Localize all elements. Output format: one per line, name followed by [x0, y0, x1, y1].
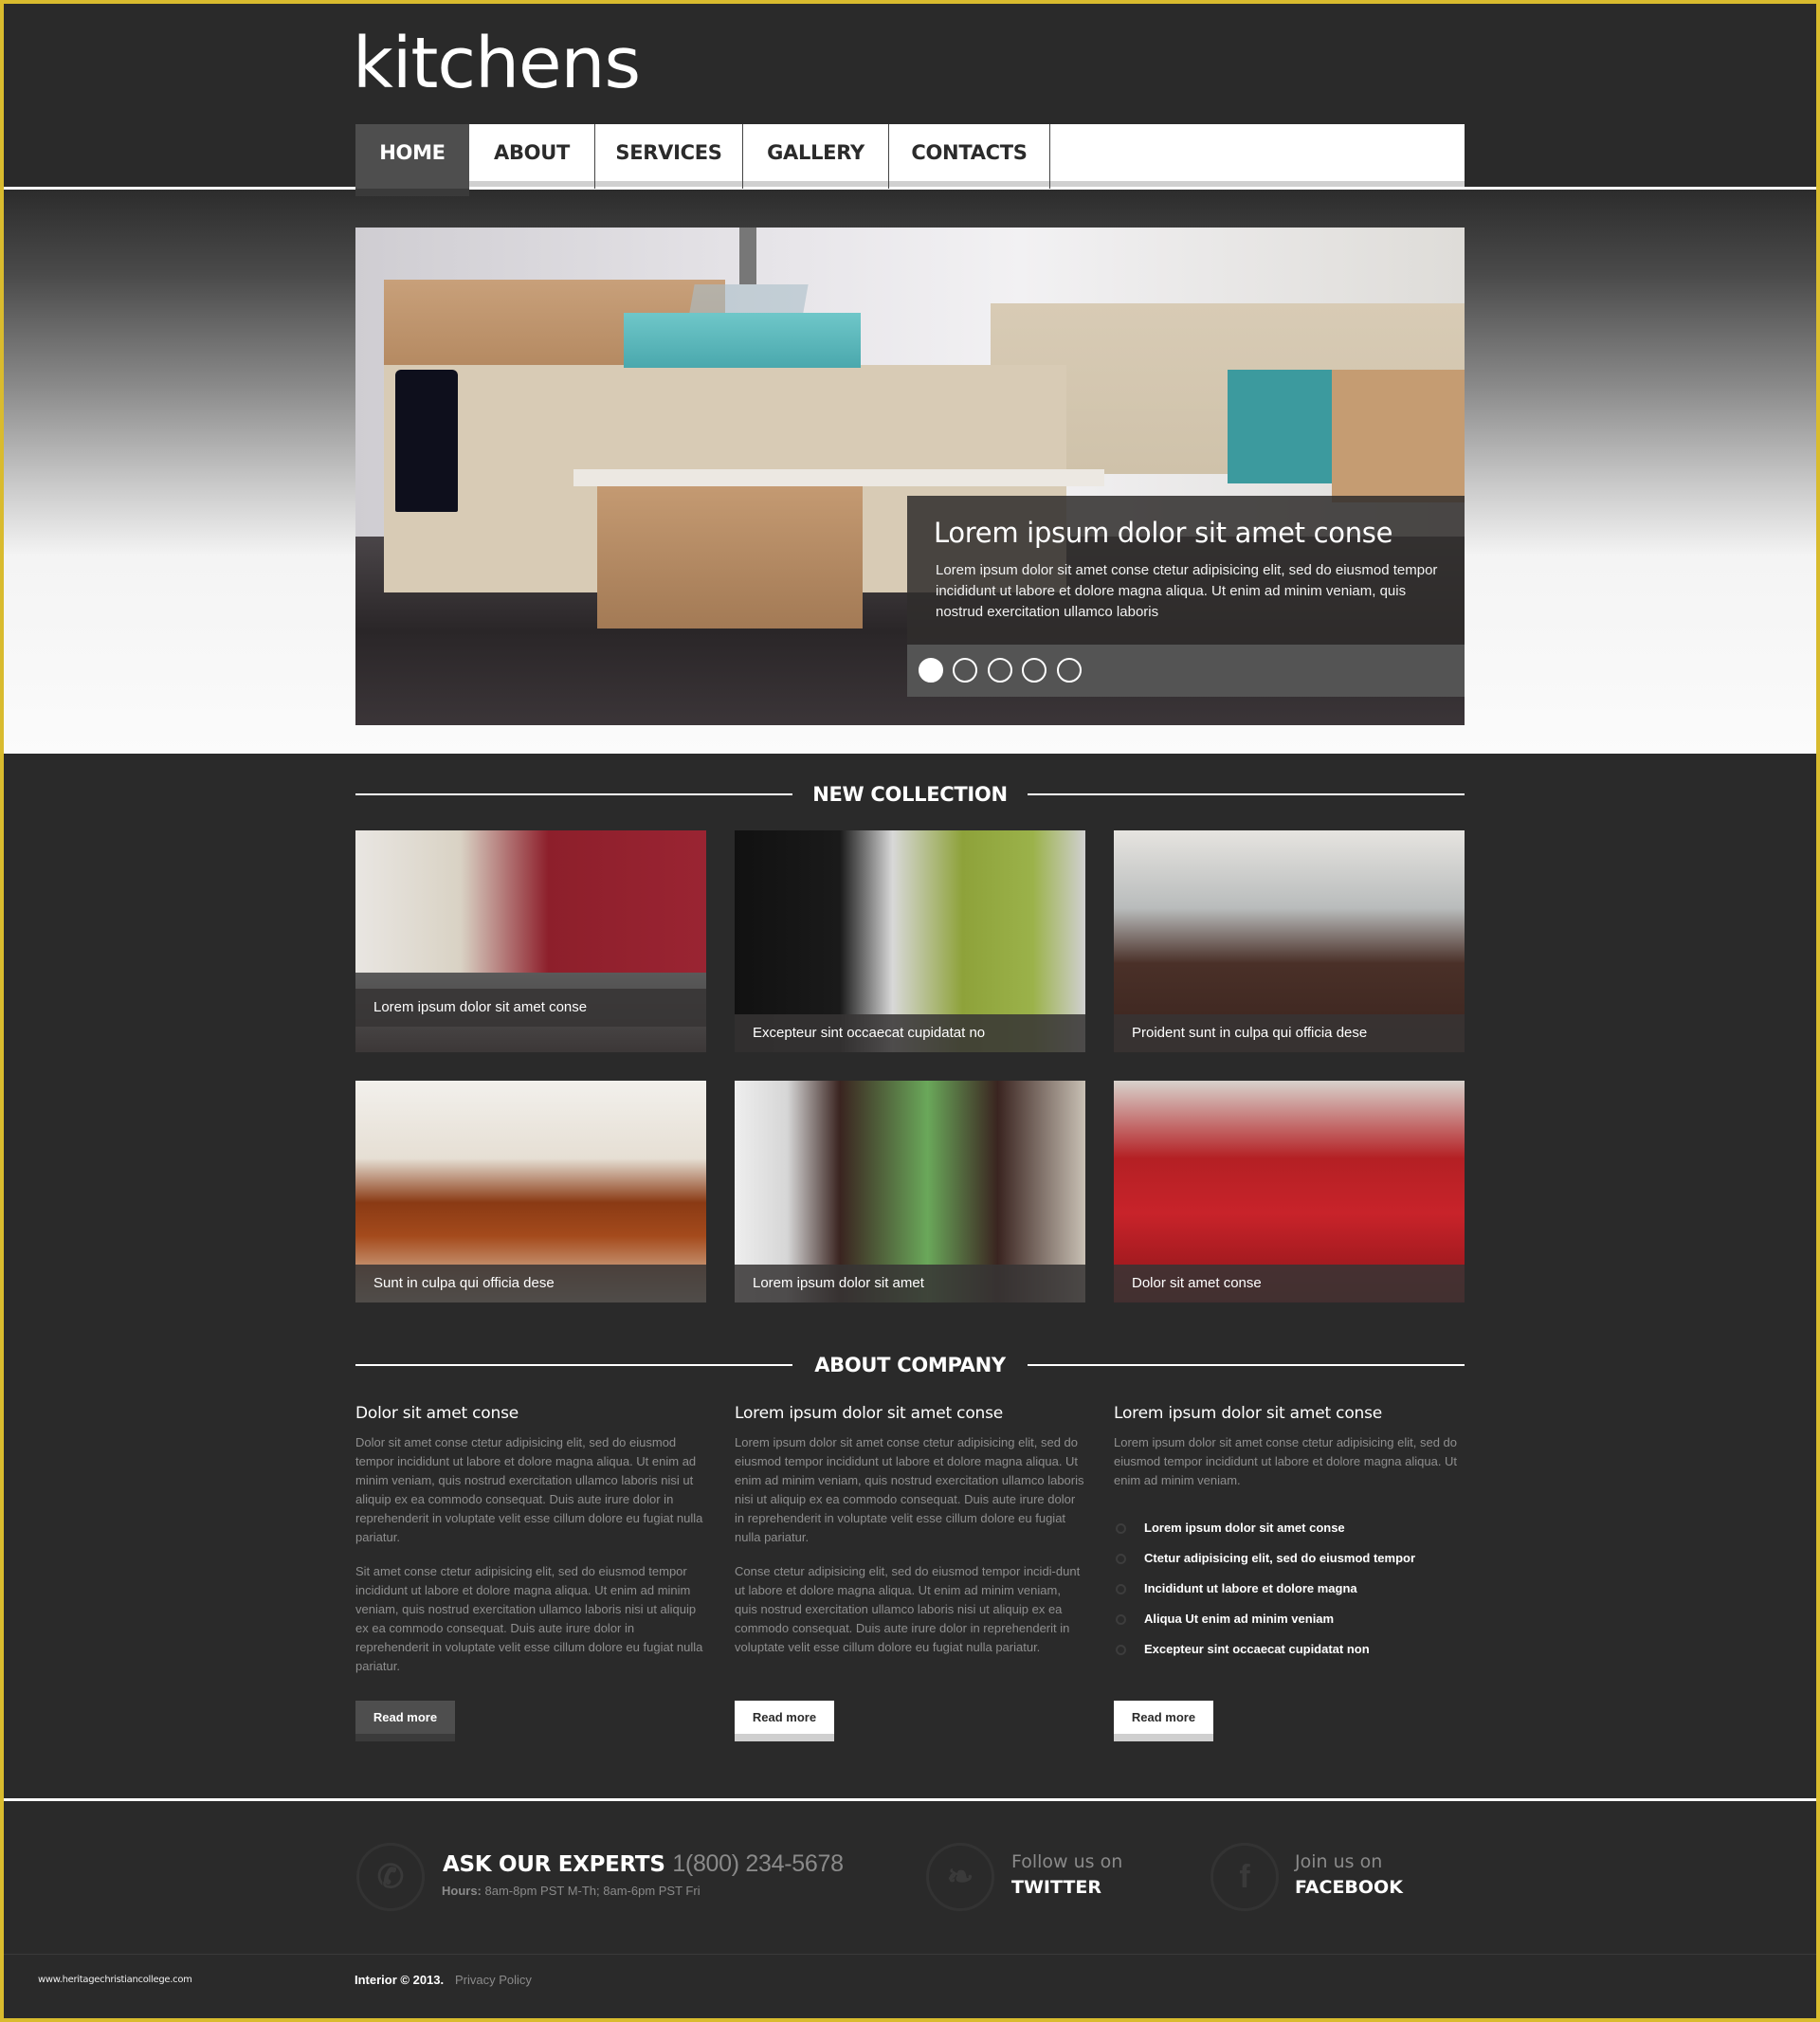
feature-list-item: Lorem ipsum dolor sit amet conse: [1114, 1513, 1465, 1543]
twitter-icon[interactable]: ❧: [926, 1843, 994, 1911]
nav-contacts[interactable]: CONTACTS: [889, 124, 1050, 189]
copyright: Interior © 2013.: [355, 1973, 445, 1987]
feature-list: Lorem ipsum dolor sit amet conse Ctetur …: [1114, 1513, 1465, 1665]
facebook-icon[interactable]: f: [1210, 1843, 1279, 1911]
collection-item[interactable]: Proident sunt in culpa qui officia dese: [1114, 830, 1465, 1052]
about-paragraph: Lorem ipsum dolor sit amet conse ctetur …: [735, 1435, 1084, 1544]
read-more-button[interactable]: Read more: [355, 1701, 455, 1741]
about-paragraph: Conse ctetur adipisicing elit, sed do ei…: [735, 1564, 1081, 1654]
nav-about[interactable]: ABOUT: [469, 124, 595, 189]
new-collection-heading: NEW COLLECTION: [355, 780, 1465, 809]
nav-home[interactable]: HOME: [355, 124, 469, 196]
footer-bottom-divider: [4, 1954, 1816, 1955]
heading-line-right: [1028, 1364, 1465, 1366]
slider-caption-text: Lorem ipsum dolor sit amet conse ctetur …: [936, 562, 1438, 620]
slider-dot-5[interactable]: [1057, 658, 1082, 683]
circle-bullet-icon: [1116, 1614, 1126, 1625]
collection-item[interactable]: Excepteur sint occaecat cupidatat no: [735, 830, 1085, 1052]
feature-list-item: Ctetur adipisicing elit, sed do eiusmod …: [1114, 1543, 1465, 1574]
about-paragraph: Sit amet conse ctetur adipisicing elit, …: [355, 1564, 703, 1673]
collection-caption: Sunt in culpa qui officia dese: [355, 1265, 706, 1302]
about-column-1: Dolor sit amet conse Dolor sit amet cons…: [355, 1401, 706, 1691]
slider-caption-title: Lorem ipsum dolor sit amet conse: [934, 517, 1393, 549]
twitter-label: Follow us on: [1011, 1851, 1123, 1872]
circle-bullet-icon: [1116, 1523, 1126, 1534]
about-paragraph: Dolor sit amet conse ctetur adipisicing …: [355, 1435, 703, 1544]
circle-bullet-icon: [1116, 1584, 1126, 1594]
collection-item[interactable]: Lorem ipsum dolor sit amet conse: [355, 830, 706, 1052]
slider-pagination: [907, 645, 1465, 697]
slider-dot-4[interactable]: [1022, 658, 1046, 683]
collection-caption: Dolor sit amet conse: [1114, 1265, 1465, 1302]
collection-caption: Proident sunt in culpa qui officia dese: [1114, 1014, 1465, 1052]
collection-item[interactable]: Lorem ipsum dolor sit amet: [735, 1081, 1085, 1302]
feature-list-item: Incididunt ut labore et dolore magna: [1114, 1574, 1465, 1604]
about-company-heading: ABOUT COMPANY: [355, 1351, 1465, 1379]
feature-list-item: Aliqua Ut enim ad minim veniam: [1114, 1604, 1465, 1634]
read-more-button[interactable]: Read more: [735, 1701, 834, 1741]
nav-gallery[interactable]: GALLERY: [743, 124, 889, 189]
ask-experts: ASK OUR EXPERTS 1(800) 234-5678: [443, 1850, 844, 1877]
collection-caption: Lorem ipsum dolor sit amet conse: [355, 989, 706, 1027]
circle-bullet-icon: [1116, 1554, 1126, 1564]
footer-divider: [4, 1798, 1816, 1801]
feature-list-item: Excepteur sint occaecat cupidatat non: [1114, 1634, 1465, 1665]
collection-item[interactable]: Sunt in culpa qui officia dese: [355, 1081, 706, 1302]
heading-line-right: [1028, 793, 1465, 795]
about-column-title: Lorem ipsum dolor sit amet conse: [1114, 1404, 1383, 1423]
collection-item[interactable]: Dolor sit amet conse: [1114, 1081, 1465, 1302]
about-column-title: Lorem ipsum dolor sit amet conse: [735, 1404, 1004, 1423]
nav-services[interactable]: SERVICES: [595, 124, 743, 189]
slider-dot-1[interactable]: [919, 658, 943, 683]
main-nav: HOME ABOUT SERVICES GALLERY CONTACTS: [355, 124, 1465, 196]
slider-dot-2[interactable]: [953, 658, 977, 683]
collection-caption: Lorem ipsum dolor sit amet: [735, 1265, 1085, 1302]
watermark-text: www.heritagechristiancollege.com: [38, 1975, 192, 1985]
privacy-policy-link[interactable]: Privacy Policy: [455, 1973, 532, 1987]
about-paragraph: Lorem ipsum dolor sit amet conse ctetur …: [1114, 1435, 1458, 1487]
about-column-3: Lorem ipsum dolor sit amet conse Lorem i…: [1114, 1401, 1465, 1665]
circle-bullet-icon: [1116, 1645, 1126, 1655]
phone-icon: ✆: [356, 1843, 425, 1911]
about-column-title: Dolor sit amet conse: [355, 1404, 519, 1423]
slider-dot-3[interactable]: [988, 658, 1012, 683]
facebook-link[interactable]: FACEBOOK: [1295, 1877, 1403, 1898]
apron-image-detail: [395, 370, 458, 512]
collection-caption: Excepteur sint occaecat cupidatat no: [735, 1014, 1085, 1052]
read-more-button[interactable]: Read more: [1114, 1701, 1213, 1741]
about-column-2: Lorem ipsum dolor sit amet conse Lorem i…: [735, 1401, 1085, 1672]
facebook-label: Join us on: [1295, 1851, 1383, 1872]
twitter-link[interactable]: TWITTER: [1011, 1877, 1101, 1898]
site-logo[interactable]: kitchens: [353, 21, 641, 106]
slider-caption: Lorem ipsum dolor sit amet conse Lorem i…: [907, 496, 1465, 645]
business-hours: Hours: 8am-8pm PST M-Th; 8am-6pm PST Fri: [442, 1884, 701, 1898]
phone-number[interactable]: 1(800) 234-5678: [672, 1850, 844, 1877]
